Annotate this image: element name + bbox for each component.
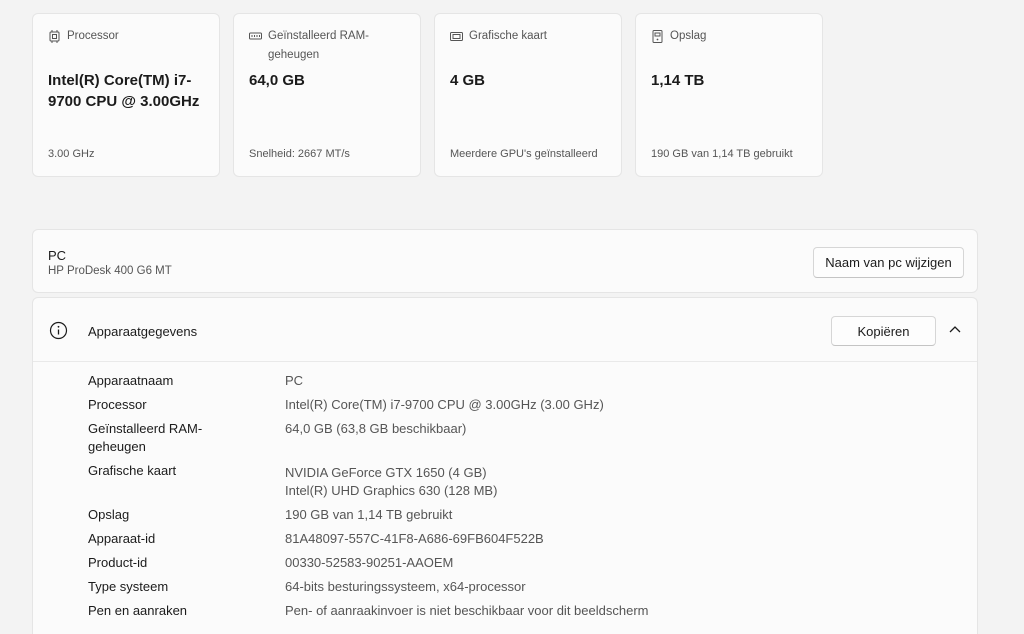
spec-row: Opslag 190 GB van 1,14 TB gebruikt [88, 506, 968, 524]
ram-card: Geïnstalleerd RAM-geheugen 64,0 GB Snelh… [233, 13, 421, 177]
storage-card: Opslag 1,14 TB 190 GB van 1,14 TB gebrui… [635, 13, 823, 177]
device-specs-header[interactable]: Apparaatgegevens Kopiëren [33, 298, 977, 362]
rename-pc-button[interactable]: Naam van pc wijzigen [813, 247, 964, 278]
card-header: Opslag [651, 27, 812, 46]
ram-icon [249, 30, 262, 43]
spec-label: Pen en aanraken [88, 603, 188, 618]
card-header: Processor [48, 27, 209, 46]
spec-value: 64,0 GB (63,8 GB beschikbaar) [285, 421, 467, 436]
spec-row: Grafische kaart NVIDIA GeForce GTX 1650 … [88, 462, 968, 500]
card-subtext: 190 GB van 1,14 TB gebruikt [651, 148, 793, 160]
spec-value: Intel(R) Core(TM) i7-9700 CPU @ 3.00GHz … [285, 397, 604, 412]
spec-row: Type systeem 64-bits besturingssysteem, … [88, 578, 968, 596]
spec-label: Apparaatnaam [88, 373, 174, 388]
pc-name-panel: PC HP ProDesk 400 G6 MT Naam van pc wijz… [32, 229, 978, 293]
spec-value-line: NVIDIA GeForce GTX 1650 (4 GB) [285, 465, 487, 480]
card-title: Geïnstalleerd RAM-geheugen [268, 30, 369, 61]
card-value: Intel(R) Core(TM) i7-9700 CPU @ 3.00GHz [48, 72, 200, 110]
spec-row: Geïnstalleerd RAM-geheugen 64,0 GB (63,8… [88, 420, 968, 456]
card-title: Opslag [670, 30, 707, 42]
card-subtext: Snelheid: 2667 MT/s [249, 148, 350, 160]
processor-icon [48, 30, 61, 43]
spec-value: 00330-52583-90251-AAOEM [285, 555, 454, 570]
spec-row: Apparaat-id 81A48097-557C-41F8-A686-69FB… [88, 530, 968, 548]
spec-label: Product-id [88, 555, 148, 570]
card-value: 1,14 TB [651, 72, 705, 89]
graphics-card: Grafische kaart 4 GB Meerdere GPU's geïn… [434, 13, 622, 177]
card-subtext: 3.00 GHz [48, 148, 95, 160]
spec-row: Product-id 00330-52583-90251-AAOEM [88, 554, 968, 572]
storage-icon [651, 30, 664, 43]
spec-label: Type systeem [88, 579, 169, 594]
spec-value: 81A48097-557C-41F8-A686-69FB604F522B [285, 531, 544, 546]
spec-label: Apparaat-id [88, 531, 156, 546]
pc-name: PC [48, 248, 67, 263]
spec-row: Apparaatnaam PC [88, 372, 968, 390]
spec-row: Pen en aanraken Pen- of aanraakinvoer is… [88, 602, 968, 620]
device-specs-title: Apparaatgegevens [88, 324, 198, 339]
spec-label: Geïnstalleerd RAM-geheugen [88, 421, 203, 454]
copy-button[interactable]: Kopiëren [831, 316, 936, 346]
spec-label: Grafische kaart [88, 463, 177, 478]
spec-value: PC [285, 373, 304, 388]
chevron-up-icon[interactable] [946, 321, 964, 339]
spec-row: Processor Intel(R) Core(TM) i7-9700 CPU … [88, 396, 968, 414]
card-value: 64,0 GB [249, 72, 305, 89]
card-value: 4 GB [450, 72, 486, 89]
graphics-card-icon [450, 30, 463, 43]
spec-value-line: Intel(R) UHD Graphics 630 (128 MB) [285, 483, 498, 498]
spec-value: Pen- of aanraakinvoer is niet beschikbaa… [285, 603, 649, 618]
device-specs-panel: Apparaatgegevens Kopiëren Apparaatnaam P… [32, 297, 978, 634]
card-subtext: Meerdere GPU's geïnstalleerd [450, 148, 598, 160]
spec-cards: Processor Intel(R) Core(TM) i7-9700 CPU … [32, 13, 823, 177]
spec-label: Processor [88, 397, 147, 412]
spec-label: Opslag [88, 507, 130, 522]
info-icon [49, 321, 68, 340]
spec-list: Apparaatnaam PC Processor Intel(R) Core(… [88, 372, 968, 626]
card-header: Grafische kaart [450, 27, 611, 46]
card-title: Grafische kaart [469, 30, 547, 42]
spec-value: 190 GB van 1,14 TB gebruikt [285, 507, 453, 522]
card-header: Geïnstalleerd RAM-geheugen [249, 27, 410, 65]
pc-model: HP ProDesk 400 G6 MT [48, 265, 172, 277]
spec-value: NVIDIA GeForce GTX 1650 (4 GB) Intel(R) … [285, 462, 497, 500]
card-title: Processor [67, 30, 119, 42]
processor-card: Processor Intel(R) Core(TM) i7-9700 CPU … [32, 13, 220, 177]
spec-value: 64-bits besturingssysteem, x64-processor [285, 579, 526, 594]
